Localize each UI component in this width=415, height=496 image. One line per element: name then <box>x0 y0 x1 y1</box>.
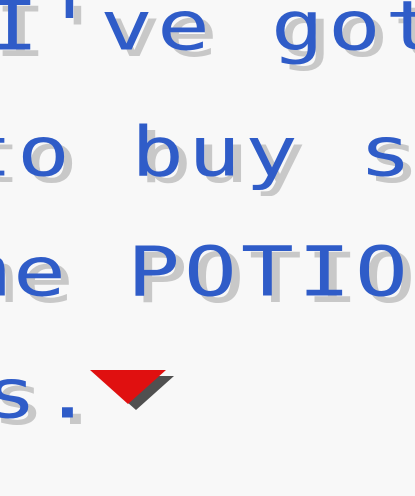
dialog-line-4: s. <box>0 353 98 435</box>
dialog-line-1: I've got t <box>0 0 415 67</box>
dialog-line-2: to buy som <box>0 111 415 193</box>
down-arrow-icon[interactable] <box>90 370 174 410</box>
dialog-line-3: me POTION <box>0 231 415 313</box>
dialog-box[interactable]: I've got t to buy som me POTION s. <box>0 0 415 496</box>
